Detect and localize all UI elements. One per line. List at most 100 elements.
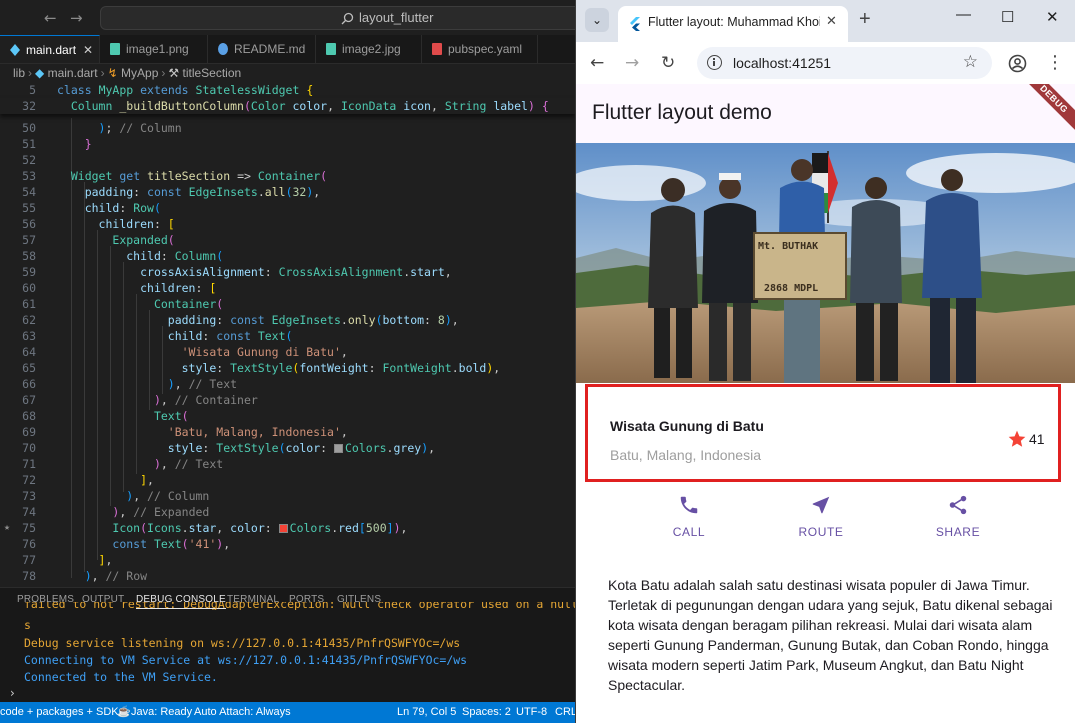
chevron-down-icon: ⌄	[591, 13, 603, 27]
place-name: Wisata Gunung di Batu	[610, 418, 764, 434]
code-line: ★ 75 Icon(Icons.star, color: Colors.red[5…	[4, 521, 408, 535]
chevron-right-icon[interactable]: ›	[10, 686, 15, 700]
tab-image2[interactable]: image2.jpg	[316, 35, 422, 63]
chevron-right-icon: ›	[161, 66, 166, 80]
console-line: Debug service listening on ws://127.0.0.…	[24, 636, 461, 650]
tab-image1[interactable]: image1.png	[100, 35, 208, 63]
console-line: s	[24, 618, 31, 632]
code-line: 58 child: Column(	[22, 249, 224, 263]
code-line: 72 ],	[22, 473, 154, 487]
code-line: 68 Text(	[22, 409, 189, 423]
code-line: 74 ), // Expanded	[22, 505, 210, 519]
code-line: 61 Container(	[22, 297, 224, 311]
code-line: 32 Column _buildButtonColumn(Color color…	[0, 98, 575, 114]
bookmark-star-icon[interactable]: ☆	[963, 52, 978, 72]
minimize-icon[interactable]: —	[956, 6, 971, 23]
dart-file-icon: ◆	[35, 66, 45, 80]
breadcrumb-item[interactable]: MyApp	[121, 66, 158, 80]
dart-file-icon	[10, 44, 20, 56]
tab-pubspec[interactable]: pubspec.yaml	[422, 35, 538, 63]
back-arrow-icon[interactable]: ←	[590, 53, 604, 73]
status-auto-attach[interactable]: Auto Attach: Always	[194, 702, 291, 723]
close-window-icon[interactable]: ✕	[1046, 8, 1059, 26]
header-photo: Mt. BUTHAK 2868 MDPL	[576, 143, 1075, 383]
vscode-titlebar: ← → layout_flutter	[0, 0, 575, 35]
star-icon	[1008, 430, 1026, 447]
status-indentation[interactable]: Spaces: 2	[462, 702, 511, 723]
image-file-icon	[110, 43, 120, 55]
browser-tab[interactable]: Flutter layout: Muhammad Khoi ✕	[618, 6, 848, 42]
status-bar: code + packages + SDK ☕ Java: Ready Auto…	[0, 702, 575, 723]
code-line: 63 child: const Text(	[22, 329, 293, 343]
search-icon	[341, 7, 357, 32]
status-java[interactable]: Java: Ready	[131, 702, 192, 723]
forward-arrow-icon[interactable]: →	[70, 9, 83, 27]
wrench-icon: ⚒	[168, 66, 180, 80]
status-cursor-position[interactable]: Ln 79, Col 5	[397, 702, 456, 723]
description-text: Kota Batu adalah salah satu destinasi wi…	[608, 577, 1053, 693]
tab-main-dart[interactable]: main.dart ✕	[0, 35, 100, 63]
back-arrow-icon[interactable]: ←	[44, 9, 57, 27]
more-vert-icon[interactable]: ⋮	[1046, 52, 1064, 73]
code-line: 77 ],	[22, 553, 113, 567]
breadcrumb-item[interactable]: lib	[13, 66, 25, 80]
close-icon[interactable]: ✕	[826, 14, 837, 29]
search-text: layout_flutter	[359, 10, 434, 25]
code-line: 65 style: TextStyle(fontWeight: FontWeig…	[22, 361, 501, 375]
star-count: 41	[1029, 431, 1045, 447]
status-eol[interactable]: CRLF	[555, 702, 575, 723]
code-line: 56 children: [	[22, 217, 175, 231]
summit-sign-line2: 2868 MDPL	[764, 283, 818, 294]
tab-label: pubspec.yaml	[448, 42, 523, 56]
console-line: Connecting to VM Service at ws://127.0.0…	[24, 653, 468, 667]
tab-search-button[interactable]: ⌄	[585, 8, 609, 32]
share-button[interactable]: SHARE	[918, 494, 998, 539]
chrome-window: ⌄ Flutter layout: Muhammad Khoi ✕ + — ☐ …	[575, 0, 1075, 723]
tab-label: image2.jpg	[342, 42, 401, 56]
reload-icon[interactable]: ↻	[661, 53, 675, 73]
browser-tab-title: Flutter layout: Muhammad Khoi	[648, 15, 820, 29]
code-line: 76 const Text('41'),	[22, 537, 231, 551]
summit-sign-line1: Mt. BUTHAK	[758, 241, 818, 252]
tab-readme[interactable]: README.md	[208, 35, 316, 63]
app-bar-title: Flutter layout demo	[592, 101, 772, 124]
code-line: 57 Expanded(	[22, 233, 175, 247]
tab-label: image1.png	[126, 42, 189, 56]
profile-icon[interactable]	[1008, 54, 1027, 77]
code-line: 53 Widget get titleSection => Container(	[22, 169, 328, 183]
route-button[interactable]: ROUTE	[781, 494, 861, 539]
chevron-right-icon: ›	[100, 66, 105, 80]
code-line: 5 class MyApp extends StatelessWidget {	[0, 82, 575, 98]
code-line: 70 style: TextStyle(color: Colors.grey),	[22, 441, 436, 455]
new-tab-plus-icon[interactable]: +	[859, 8, 871, 31]
status-encoding[interactable]: UTF-8	[516, 702, 547, 723]
share-label: SHARE	[935, 525, 981, 539]
code-line: 51 }	[22, 137, 92, 151]
command-center-search[interactable]: layout_flutter	[100, 6, 575, 30]
coffee-icon: ☕	[117, 706, 131, 718]
code-editor[interactable]: 5 class MyApp extends StatelessWidget { 3…	[0, 82, 575, 582]
app-bar: Flutter layout demo	[576, 84, 1075, 143]
call-button[interactable]: CALL	[649, 494, 729, 539]
info-file-icon	[218, 43, 228, 55]
code-line: 60 children: [	[22, 281, 217, 295]
address-bar[interactable]: localhost:41251 ☆	[697, 47, 992, 79]
chevron-right-icon: ›	[28, 66, 33, 80]
code-line: 64 'Wisata Gunung di Batu',	[22, 345, 348, 359]
console-line: failed to hot restart: DebugAdapterExcep…	[24, 602, 575, 610]
code-line: 59 crossAxisAlignment: CrossAxisAlignmen…	[22, 265, 452, 279]
breadcrumb-item[interactable]: titleSection	[183, 66, 242, 80]
route-label: ROUTE	[798, 525, 844, 539]
tab-label: README.md	[234, 42, 306, 56]
status-sdk[interactable]: code + packages + SDK	[0, 702, 119, 723]
maximize-icon[interactable]: ☐	[1001, 8, 1014, 26]
forward-arrow-icon[interactable]: →	[625, 53, 639, 73]
flutter-logo-icon	[629, 16, 641, 35]
near-me-icon	[812, 496, 830, 514]
breadcrumb-item[interactable]: main.dart	[48, 66, 98, 80]
code-line: 54 padding: const EdgeInsets.all(32),	[22, 185, 321, 199]
close-icon[interactable]: ✕	[83, 36, 93, 63]
site-info-icon[interactable]	[707, 55, 722, 70]
code-line: 69 'Batu, Malang, Indonesia',	[22, 425, 348, 439]
class-symbol-icon: ↯	[107, 66, 118, 80]
